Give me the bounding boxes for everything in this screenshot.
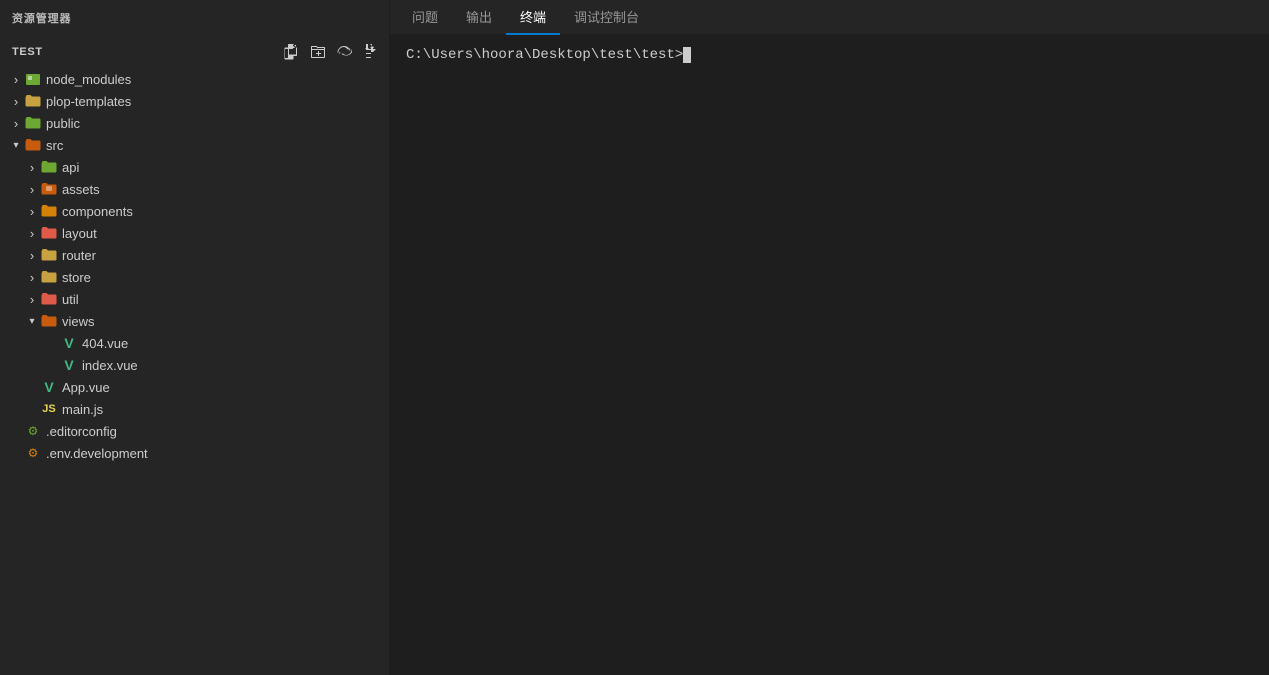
js-icon-main: JS [40,400,58,418]
folder-api-icon [40,158,58,176]
tree-item-node-modules[interactable]: node_modules [0,68,389,90]
tab-problems[interactable]: 问题 [398,0,452,35]
tree-label-appvue: App.vue [62,380,110,395]
tree-label-assets: assets [62,182,100,197]
editorconfig-icon: ⚙ [24,422,42,440]
new-file-button[interactable] [281,41,303,63]
new-folder-button[interactable] [307,41,329,63]
tree-label-src: src [46,138,63,153]
tree-label-envdevelopment: .env.development [46,446,148,461]
tab-debug-console[interactable]: 调试控制台 [560,0,653,35]
sidebar-header: TEST [0,36,389,68]
tree-label-404vue: 404.vue [82,336,128,351]
vue-icon-index: V [60,356,78,374]
sidebar: 资源管理器 TEST [0,0,390,675]
tree-label-editorconfig: .editorconfig [46,424,117,439]
tree-item-store[interactable]: store [0,266,389,288]
tree-arrow-router [24,247,40,263]
tree-arrow-plop-templates [8,93,24,109]
sidebar-actions [281,41,381,63]
tree-item-indexvue[interactable]: V index.vue [0,354,389,376]
collapse-button[interactable] [359,41,381,63]
folder-public-icon [24,114,42,132]
folder-views-icon [40,312,58,330]
tree-item-api[interactable]: api [0,156,389,178]
project-name: TEST [12,46,43,58]
tree-label-components: components [62,204,133,219]
tree-arrow-api [24,159,40,175]
tree-item-views[interactable]: views [0,310,389,332]
tree-label-views: views [62,314,95,329]
tree-label-store: store [62,270,91,285]
tree-label-public: public [46,116,80,131]
tree-label-indexvue: index.vue [82,358,138,373]
tree-item-assets[interactable]: assets [0,178,389,200]
tree-item-editorconfig[interactable]: ⚙ .editorconfig [0,420,389,442]
folder-router-icon [40,246,58,264]
tree-arrow-public [8,115,24,131]
tree-label-router: router [62,248,96,263]
tree-item-appvue[interactable]: V App.vue [0,376,389,398]
folder-util-icon [40,290,58,308]
tree-arrow-src [8,137,24,153]
main-panel: 问题 输出 终端 调试控制台 C:\Users\hoora\Desktop\te… [390,0,1269,675]
tree-item-envdevelopment[interactable]: ⚙ .env.development [0,442,389,464]
folder-layout-icon [40,224,58,242]
tree-label-plop-templates: plop-templates [46,94,131,109]
tree-item-public[interactable]: public [0,112,389,134]
tree-arrow-util [24,291,40,307]
folder-plop-icon [24,92,42,110]
sidebar-title: 资源管理器 [0,0,389,36]
tree-arrow-node-modules [8,71,24,87]
tree-item-util[interactable]: util [0,288,389,310]
env-icon: ⚙ [24,444,42,462]
tree-label-api: api [62,160,79,175]
file-tree: node_modules plop-templates public [0,68,389,675]
tree-arrow-assets [24,181,40,197]
tree-arrow-views [24,313,40,329]
panel-tabs: 问题 输出 终端 调试控制台 [390,0,1269,35]
tree-item-404vue[interactable]: V 404.vue [0,332,389,354]
tree-label-layout: layout [62,226,97,241]
tree-item-plop-templates[interactable]: plop-templates [0,90,389,112]
folder-assets-icon [40,180,58,198]
tree-item-src[interactable]: src [0,134,389,156]
terminal-cursor [683,47,691,63]
vue-icon-app: V [40,378,58,396]
tree-arrow-layout [24,225,40,241]
tab-terminal[interactable]: 终端 [506,0,560,35]
terminal-prompt: C:\Users\hoora\Desktop\test\test> [406,47,1253,63]
tree-label-util: util [62,292,79,307]
tree-item-router[interactable]: router [0,244,389,266]
terminal-area[interactable]: C:\Users\hoora\Desktop\test\test> [390,35,1269,675]
tree-item-layout[interactable]: layout [0,222,389,244]
tree-arrow-components [24,203,40,219]
tab-output[interactable]: 输出 [452,0,506,35]
folder-store-icon [40,268,58,286]
tree-arrow-store [24,269,40,285]
folder-src-icon [24,136,42,154]
terminal-path: C:\Users\hoora\Desktop\test\test> [406,47,683,63]
tree-item-mainjs[interactable]: JS main.js [0,398,389,420]
node-modules-icon [24,70,42,88]
tree-label-node-modules: node_modules [46,72,131,87]
tree-label-mainjs: main.js [62,402,103,417]
tree-item-components[interactable]: components [0,200,389,222]
refresh-button[interactable] [333,41,355,63]
vue-icon-404: V [60,334,78,352]
folder-components-icon [40,202,58,220]
